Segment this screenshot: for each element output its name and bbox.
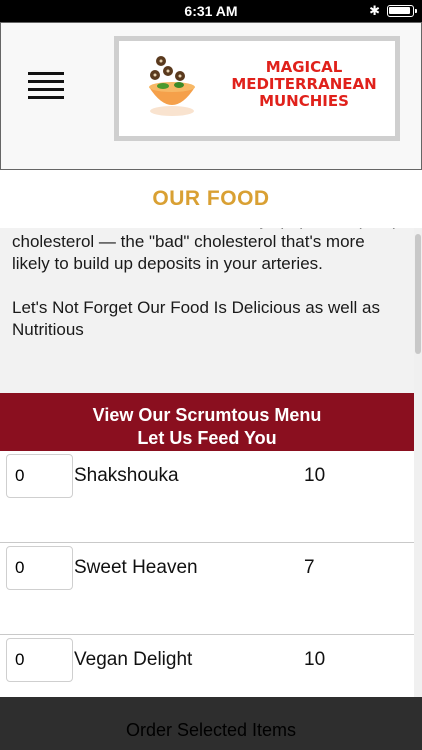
logo-line-3: MUNCHIES — [259, 92, 349, 110]
item-name: Sweet Heaven — [74, 557, 198, 578]
status-bar: 6:31 AM ✱ — [0, 0, 422, 22]
menu-item-row: Sweet Heaven 7 — [0, 543, 414, 635]
app-screen: MAGICAL MEDITERRANEAN MUNCHIES OUR FOOD … — [0, 22, 422, 750]
logo-text: MAGICAL MEDITERRANEAN MUNCHIES — [229, 59, 379, 110]
logo-line-1: MAGICAL — [265, 58, 343, 76]
menu-list: Shakshouka 10 Sweet Heaven 7 Vegan Delig… — [0, 451, 414, 697]
menu-item-row: Vegan Delight 10 — [0, 635, 414, 697]
article-paragraph-2: Let's Not Forget Our Food Is Delicious a… — [12, 298, 380, 339]
item-price: 10 — [304, 465, 326, 486]
bowl-logo-icon — [149, 56, 195, 116]
view-menu-banner[interactable]: View Our Scrumtous Menu Let Us Feed You — [0, 393, 414, 451]
item-name: Vegan Delight — [74, 649, 193, 670]
quantity-input[interactable] — [6, 638, 73, 682]
status-time: 6:31 AM — [184, 3, 238, 19]
logo-line-2: MEDITERRANEAN — [231, 75, 377, 93]
scrollbar-thumb[interactable] — [415, 234, 421, 354]
article-paragraph-1: lower level of oxidized low-density lipo… — [12, 228, 398, 273]
order-selected-items-button[interactable]: Order Selected Items — [0, 697, 422, 750]
item-name: Shakshouka — [74, 465, 179, 486]
quantity-input[interactable] — [6, 546, 73, 590]
battery-icon — [387, 5, 417, 17]
menu-banner-line-1: View Our Scrumtous Menu — [92, 405, 322, 425]
hamburger-menu-icon[interactable] — [28, 72, 64, 102]
bluetooth-icon: ✱ — [369, 3, 380, 18]
quantity-input[interactable] — [6, 454, 73, 498]
menu-banner-line-2: Let Us Feed You — [137, 428, 277, 448]
scrollbar[interactable] — [414, 228, 422, 697]
item-price: 10 — [304, 649, 326, 670]
section-title: OUR FOOD — [0, 170, 422, 228]
article-text: lower level of oxidized low-density lipo… — [0, 228, 414, 393]
menu-item-row: Shakshouka 10 — [0, 451, 414, 543]
logo[interactable]: MAGICAL MEDITERRANEAN MUNCHIES — [114, 36, 400, 141]
header: MAGICAL MEDITERRANEAN MUNCHIES — [0, 22, 422, 170]
item-price: 7 — [304, 557, 315, 578]
